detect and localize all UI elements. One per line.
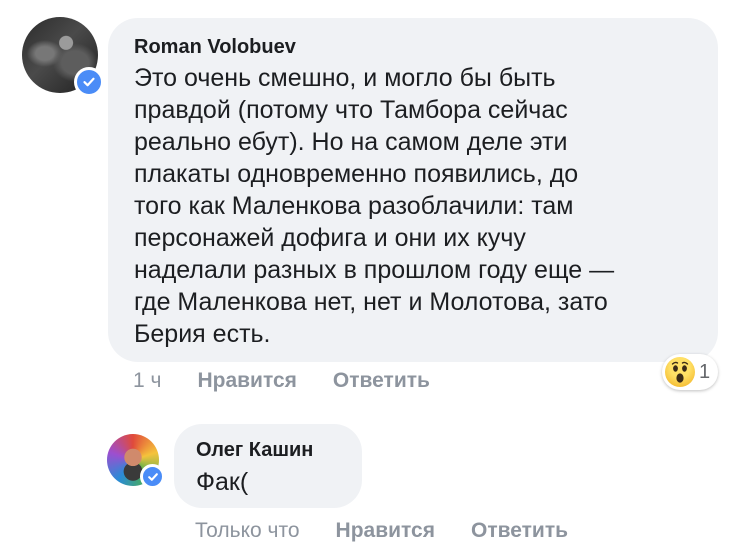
reply-avatar[interactable] (107, 434, 165, 489)
verified-badge-icon (74, 67, 104, 97)
comment-actions: 1 ч Нравится Ответить (133, 369, 430, 393)
comment-author-name[interactable]: Roman Volobuev (134, 35, 692, 59)
comment-text: Это очень смешно, и могло бы быть правдо… (134, 64, 615, 348)
wow-emoji-icon (665, 357, 695, 387)
commenter-avatar[interactable] (22, 17, 104, 97)
reply-reply-button[interactable]: Ответить (471, 519, 568, 543)
checkmark-icon (83, 77, 95, 87)
reply-author-name[interactable]: Олег Кашин (196, 438, 340, 462)
reaction-count: 1 (699, 360, 711, 383)
reply-button[interactable]: Ответить (333, 369, 430, 393)
reaction-summary[interactable]: 1 (662, 354, 719, 390)
reply-timestamp[interactable]: Только что (195, 519, 300, 543)
like-button[interactable]: Нравится (197, 369, 296, 393)
comment-timestamp[interactable]: 1 ч (133, 369, 161, 393)
reply-text: Фак( (196, 468, 249, 496)
reply-actions: Только что Нравится Ответить (195, 519, 568, 543)
verified-badge-icon (140, 464, 165, 489)
reply-bubble: Олег Кашин Фак( (174, 424, 362, 508)
reply-like-button[interactable]: Нравится (336, 519, 435, 543)
checkmark-icon (147, 472, 158, 481)
comment-bubble: Roman Volobuev Это очень смешно, и могло… (108, 18, 718, 362)
